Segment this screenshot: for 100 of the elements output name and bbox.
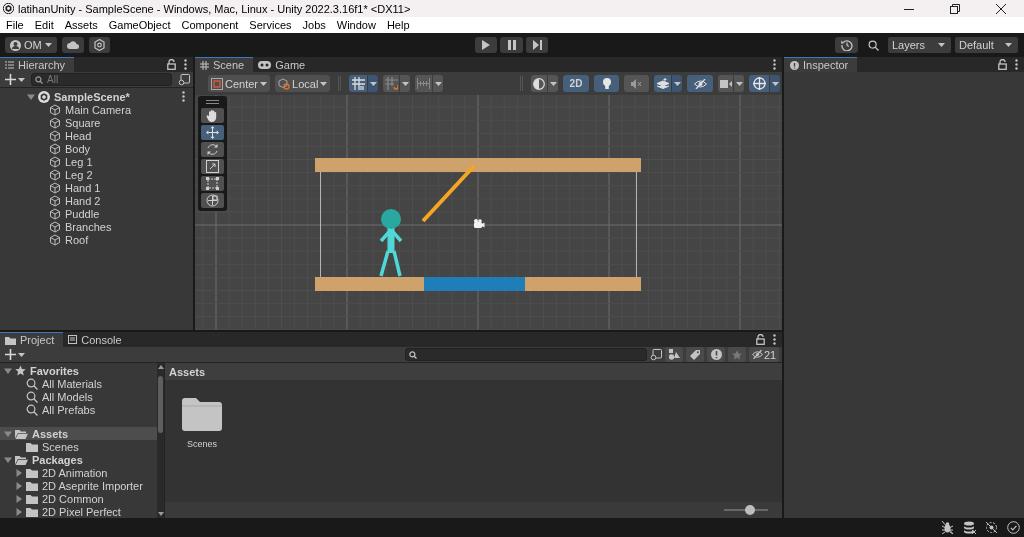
scrollbar-thumb[interactable] bbox=[158, 376, 163, 433]
expand-arrow-icon[interactable] bbox=[15, 481, 23, 490]
add-button[interactable] bbox=[5, 74, 25, 85]
space-dropdown[interactable]: Local bbox=[275, 75, 331, 92]
dropdown-button[interactable] bbox=[734, 75, 744, 92]
tree-item[interactable]: Branches bbox=[0, 220, 193, 233]
caret-icon[interactable] bbox=[18, 352, 25, 357]
visibility-toggle[interactable] bbox=[687, 75, 713, 92]
effects-toggle[interactable] bbox=[654, 75, 671, 92]
add-button[interactable] bbox=[5, 349, 25, 360]
search-options-icon[interactable] bbox=[650, 348, 662, 361]
lock-icon[interactable] bbox=[998, 59, 1007, 70]
tree-item[interactable]: Square bbox=[0, 116, 193, 129]
tree-item[interactable]: Hand 1 bbox=[0, 181, 193, 194]
play-button[interactable] bbox=[475, 37, 497, 53]
audio-toggle[interactable] bbox=[624, 75, 649, 92]
shading-toggle[interactable] bbox=[531, 75, 547, 92]
caret-icon[interactable] bbox=[260, 81, 268, 86]
search-field[interactable]: All bbox=[31, 73, 172, 86]
menu-item[interactable]: Assets bbox=[64, 19, 98, 31]
tree-item[interactable]: All Materials bbox=[0, 377, 157, 390]
type-filter-button[interactable] bbox=[665, 347, 683, 362]
menu-item[interactable]: Window bbox=[336, 19, 376, 31]
bug-icon[interactable] bbox=[941, 521, 954, 534]
tree-item[interactable]: 2D Aseprite Importer bbox=[0, 479, 157, 492]
palette-handle-icon[interactable] bbox=[206, 100, 219, 104]
close-icon[interactable] bbox=[996, 3, 1006, 14]
caret-icon[interactable] bbox=[549, 81, 557, 86]
asset-item[interactable]: Scenes bbox=[182, 398, 222, 502]
lock-icon[interactable] bbox=[756, 334, 765, 345]
tree-item[interactable]: Main Camera bbox=[0, 103, 193, 116]
more-icon[interactable] bbox=[182, 91, 185, 102]
cloud-button[interactable] bbox=[61, 37, 84, 53]
expand-arrow-icon[interactable] bbox=[4, 429, 12, 438]
menu-item[interactable]: File bbox=[6, 19, 24, 31]
dropdown-button[interactable] bbox=[400, 75, 411, 92]
tree-item[interactable]: 2D Pixel Perfect bbox=[0, 505, 157, 518]
more-icon[interactable] bbox=[184, 59, 187, 70]
settings-button[interactable] bbox=[88, 37, 110, 53]
increment-toggle[interactable] bbox=[383, 75, 400, 92]
panel-tab[interactable]: Console bbox=[63, 332, 131, 347]
panel-tab[interactable]: Hierarchy bbox=[0, 57, 75, 72]
dropdown-button[interactable] bbox=[672, 75, 682, 92]
breadcrumb[interactable]: Assets bbox=[169, 365, 206, 378]
pivot-dropdown[interactable]: Center bbox=[208, 75, 271, 92]
target-icon[interactable] bbox=[985, 521, 998, 534]
expand-arrow-icon[interactable] bbox=[4, 366, 12, 375]
tool-button[interactable] bbox=[201, 125, 224, 140]
caret-icon[interactable] bbox=[401, 81, 409, 86]
caret-icon[interactable] bbox=[44, 43, 52, 47]
menu-item[interactable]: Jobs bbox=[302, 19, 326, 31]
tree-item[interactable]: Body bbox=[0, 142, 193, 155]
ruler-toggle[interactable] bbox=[415, 75, 433, 92]
tree-item[interactable]: Favorites bbox=[0, 364, 157, 377]
more-icon[interactable] bbox=[773, 59, 776, 70]
maximize-icon[interactable] bbox=[950, 3, 960, 14]
panel-tab[interactable]: Game bbox=[253, 57, 315, 72]
dropdown-button[interactable] bbox=[770, 75, 780, 92]
step-button[interactable] bbox=[526, 37, 548, 53]
tree-item[interactable]: Head bbox=[0, 129, 193, 142]
menu-item[interactable]: Help bbox=[386, 19, 410, 31]
panel-tab[interactable]: Project bbox=[0, 332, 64, 347]
gizmos-toggle[interactable] bbox=[749, 75, 769, 92]
more-icon[interactable] bbox=[773, 334, 776, 345]
account-button[interactable]: OM bbox=[5, 37, 57, 53]
check-circle-icon[interactable] bbox=[1007, 521, 1020, 534]
search-field[interactable] bbox=[405, 348, 647, 361]
camera-toggle[interactable] bbox=[718, 75, 733, 92]
tree-item[interactable]: Packages bbox=[0, 453, 157, 466]
expand-arrow-icon[interactable] bbox=[4, 455, 12, 464]
caret-icon[interactable] bbox=[18, 77, 25, 82]
dropdown-button[interactable] bbox=[433, 75, 444, 92]
caret-icon[interactable] bbox=[938, 43, 945, 47]
slider-thumb[interactable] bbox=[744, 505, 755, 515]
expand-arrow-icon[interactable] bbox=[15, 507, 23, 516]
tree-item[interactable]: Leg 1 bbox=[0, 155, 193, 168]
expand-arrow-icon[interactable] bbox=[27, 92, 35, 101]
history-button[interactable] bbox=[835, 37, 858, 53]
menu-item[interactable]: GameObject bbox=[108, 19, 171, 31]
scroll-up-icon[interactable] bbox=[158, 365, 164, 369]
tree-item[interactable]: 2D Animation bbox=[0, 466, 157, 479]
tool-button[interactable] bbox=[201, 193, 224, 208]
menu-item[interactable]: Component bbox=[181, 19, 239, 31]
tool-button[interactable] bbox=[201, 176, 224, 191]
tree-item[interactable]: All Models bbox=[0, 390, 157, 403]
panel-tab[interactable]: Inspector bbox=[784, 57, 858, 72]
tool-button[interactable] bbox=[201, 159, 224, 174]
layers-dropdown[interactable]: Layers bbox=[888, 37, 951, 53]
caret-icon[interactable] bbox=[434, 81, 442, 86]
database-icon[interactable] bbox=[963, 521, 976, 534]
expand-arrow-icon[interactable] bbox=[15, 468, 23, 477]
2d-toggle[interactable]: 2D bbox=[563, 75, 589, 92]
tree-item[interactable]: 2D Common bbox=[0, 492, 157, 505]
caret-icon[interactable] bbox=[735, 81, 743, 86]
more-icon[interactable] bbox=[1015, 59, 1018, 70]
tree-item[interactable]: Assets bbox=[0, 427, 157, 440]
lighting-toggle[interactable] bbox=[594, 75, 619, 92]
tree-item[interactable]: Roof bbox=[0, 233, 193, 246]
tree-item[interactable]: Hand 2 bbox=[0, 194, 193, 207]
tool-button[interactable] bbox=[201, 142, 224, 157]
